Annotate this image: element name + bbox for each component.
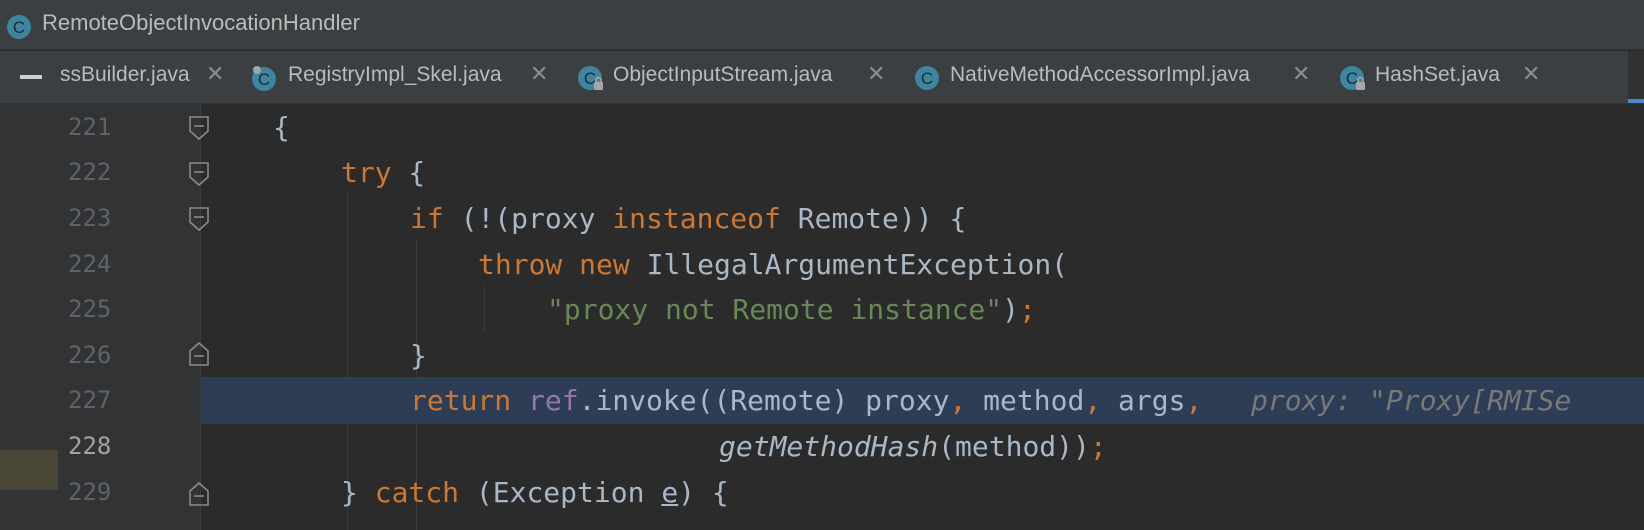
code-line: "proxy not Remote instance"); <box>201 286 1644 333</box>
keyword: return <box>410 384 512 417</box>
keyword: if <box>410 202 444 235</box>
tab-label: RegistryImpl_Skel.java <box>288 63 502 86</box>
code-text: (!(proxy <box>443 202 613 235</box>
keyword: try <box>341 156 392 189</box>
code-text: ) { <box>678 476 729 509</box>
line-number: 227 <box>68 386 112 414</box>
keyword: instanceof <box>612 202 781 235</box>
semicolon: ; <box>1089 430 1107 463</box>
close-icon[interactable]: ✕ <box>1522 61 1540 87</box>
tabs-scroll-left-button[interactable] <box>0 51 62 103</box>
keyword: catch <box>374 476 460 509</box>
tab-hashset[interactable]: C HashSet.java ✕ <box>1339 51 1554 103</box>
tabs-overflow-area[interactable] <box>1628 51 1644 103</box>
line-number-current: 228 <box>68 432 112 460</box>
close-icon[interactable]: ✕ <box>206 61 224 87</box>
class-locked-icon: C <box>1340 66 1365 90</box>
keyword: throw <box>478 248 563 281</box>
tab-registryimpl-skel[interactable]: C RegistryImpl_Skel.java ✕ <box>250 51 560 103</box>
tab-label: NativeMethodAccessorImpl.java <box>950 63 1250 86</box>
close-icon[interactable]: ✕ <box>1292 61 1310 87</box>
comma: , <box>1185 384 1203 417</box>
comma: , <box>949 384 967 417</box>
window-title: RemoteObjectInvocationHandler <box>42 10 360 35</box>
tab-objectinputstream[interactable]: C ObjectInputStream.java ✕ <box>577 51 897 103</box>
code-text: } <box>341 476 375 509</box>
minus-icon <box>20 75 42 79</box>
code-text: args <box>1101 384 1186 417</box>
tab-label: HashSet.java <box>1375 63 1500 86</box>
line-number: 226 <box>68 341 112 369</box>
semicolon: ; <box>1019 293 1036 326</box>
tab-nativemethodaccessorimpl[interactable]: C NativeMethodAccessorImpl.java ✕ <box>914 51 1324 103</box>
string-literal: "proxy not Remote instance" <box>547 293 1003 326</box>
code-line: if (!(proxy instanceof Remote)) { <box>201 195 1644 242</box>
class-locked-icon: C <box>578 66 603 90</box>
editor-left-strip <box>0 104 58 530</box>
code-text: (method)) <box>938 430 1090 463</box>
line-number: 221 <box>68 113 112 141</box>
line-number: 225 <box>68 295 112 323</box>
class-icon: C <box>252 66 276 91</box>
code-text: ) <box>1002 293 1020 326</box>
code-text: { <box>273 111 290 144</box>
tab-label: ssBuilder.java <box>60 63 190 86</box>
code-text: { <box>391 156 426 189</box>
code-line: } catch (Exception e) { <box>201 469 1644 516</box>
comma: , <box>1084 384 1102 417</box>
close-icon[interactable]: ✕ <box>530 61 548 87</box>
method-call: getMethodHash <box>719 430 939 463</box>
class-icon: C <box>915 66 939 90</box>
active-tab-indicator <box>1628 99 1644 103</box>
code-text: (Exception <box>459 476 662 509</box>
tab-label: ObjectInputStream.java <box>613 63 833 86</box>
field-ref: ref <box>528 384 579 417</box>
variable: e <box>661 476 679 509</box>
close-icon[interactable]: ✕ <box>867 61 885 87</box>
inline-debug-value[interactable]: proxy: "Proxy[RMISe <box>1251 377 1571 424</box>
line-number: 222 <box>68 158 112 186</box>
line-number: 229 <box>68 478 112 506</box>
code-editor[interactable]: { try { if (!(proxy instanceof Remote)) … <box>201 104 1644 530</box>
editor-title-bar: C RemoteObjectInvocationHandler <box>0 0 1644 50</box>
code-text: method <box>966 384 1085 417</box>
code-text: } <box>410 339 427 372</box>
code-line: try { <box>201 149 1644 196</box>
class-icon: C <box>7 15 31 39</box>
code-line: { <box>201 104 1644 151</box>
line-number: 223 <box>68 204 112 232</box>
code-line-execution-point: return ref.invoke((Remote) proxy, method… <box>201 377 1644 424</box>
keyword: new <box>579 248 630 281</box>
tab-ssbuilder[interactable]: ssBuilder.java ✕ <box>60 51 230 103</box>
svg-text:C: C <box>921 69 933 88</box>
code-line: getMethodHash(method)); <box>201 423 1644 470</box>
code-line: } <box>201 332 1644 379</box>
svg-text:C: C <box>13 18 25 37</box>
editor-tabs: ssBuilder.java ✕ C RegistryImpl_Skel.jav… <box>0 51 1644 104</box>
code-text: .invoke((Remote) proxy <box>578 384 950 417</box>
code-line: throw new IllegalArgumentException( <box>201 241 1644 288</box>
line-number: 224 <box>68 250 112 278</box>
code-text: Remote)) { <box>780 202 967 235</box>
code-text: IllegalArgumentException( <box>629 248 1069 281</box>
change-marker <box>0 450 58 490</box>
